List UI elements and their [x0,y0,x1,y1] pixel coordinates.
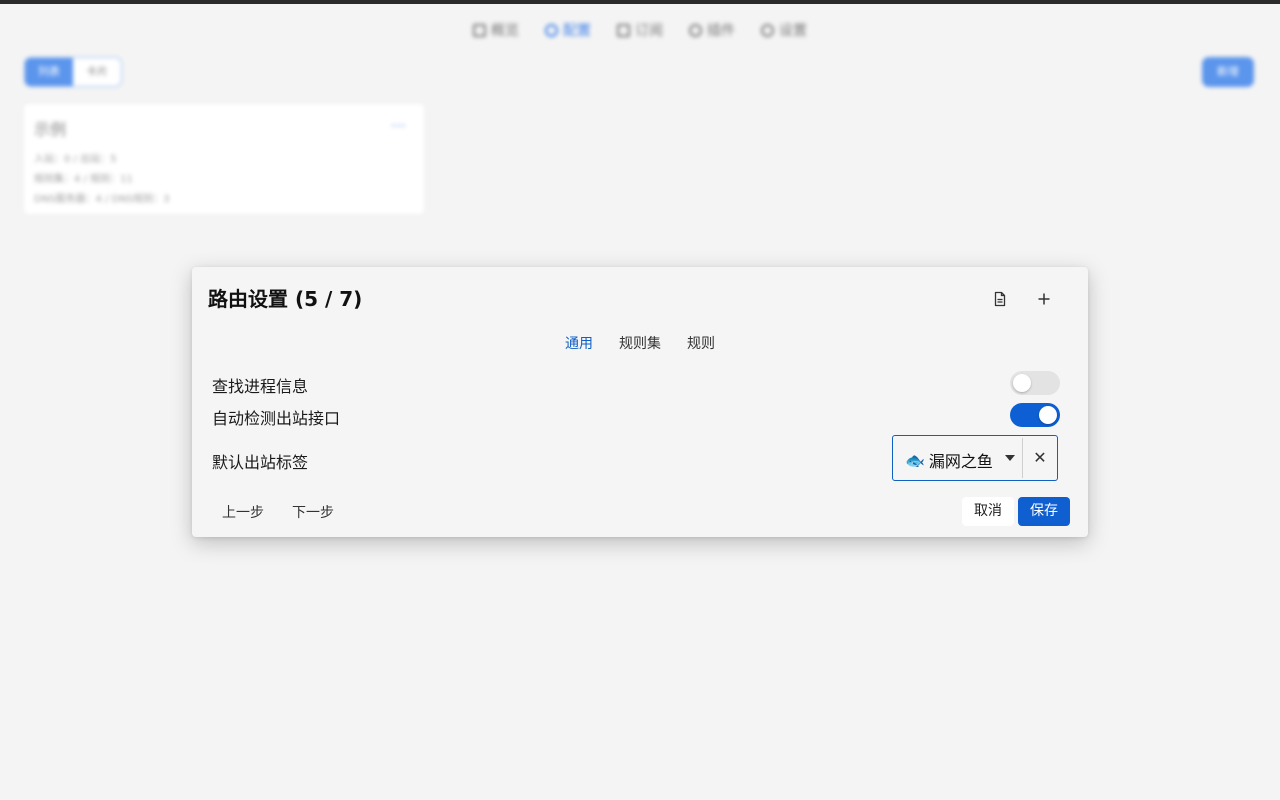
view-mode-card[interactable]: 卡片 [73,58,121,86]
nav-item-profiles[interactable]: 配置 [545,20,591,40]
top-nav: 概览 配置 订阅 插件 设置 [0,20,1280,40]
profile-card-line: 规则集：4 / 规则：11 [34,174,133,185]
profile-card-line: 入站：0 / 出站：5 [34,154,117,165]
fish-icon: 🐟 [905,450,925,470]
default-outbound-value: 🐟 漏网之鱼 [905,448,993,472]
routing-settings-dialog: 路由设置 (5 / 7) 通用 规则集 规则 查找进程信息 自动检测出站接口 默… [192,267,1088,537]
nav-item-settings[interactable]: 设置 [761,20,807,40]
nav-item-label: 订阅 [635,23,663,39]
profile-card[interactable]: 示例 ··· 入站：0 / 出站：5 规则集：4 / 规则：11 DNS服务器：… [24,104,424,214]
tab-rulesets[interactable]: 规则集 [619,333,661,353]
view-mode-list[interactable]: 列表 [25,58,73,86]
profile-card-line: DNS服务器：4 / DNS规则：3 [34,194,170,205]
next-step-button[interactable]: 下一步 [282,499,344,527]
toggle-knob [1039,406,1057,424]
default-outbound-select[interactable]: 🐟 漏网之鱼 ✕ [892,435,1058,481]
view-mode-toggle: 列表 卡片 [24,57,122,87]
list-icon [617,23,630,37]
find-process-label: 查找进程信息 [212,377,309,396]
nav-item-label: 配置 [563,23,591,39]
nav-item-subscriptions[interactable]: 订阅 [617,20,663,40]
plugin-icon [689,23,702,37]
auto-detect-interface-label: 自动检测出站接口 [212,409,341,428]
clear-icon[interactable]: ✕ [1023,436,1057,480]
settings-icon [761,23,774,37]
tab-rules[interactable]: 规则 [687,333,715,353]
document-icon[interactable] [988,287,1012,311]
network-icon [545,23,558,37]
grid-icon [473,23,486,37]
dialog-tabs: 通用 规则集 规则 [192,333,1088,353]
nav-item-label: 插件 [707,23,735,39]
dialog-title: 路由设置 (5 / 7) [208,287,363,311]
save-button[interactable]: 保存 [1018,497,1070,526]
auto-detect-interface-toggle[interactable] [1010,403,1060,427]
cancel-button[interactable]: 取消 [962,497,1014,526]
default-outbound-text: 漏网之鱼 [928,452,993,471]
plus-icon[interactable] [1032,287,1056,311]
chevron-down-icon[interactable] [1005,455,1015,461]
find-process-toggle[interactable] [1010,371,1060,395]
new-profile-button[interactable]: 新增 [1202,57,1254,87]
default-outbound-label: 默认出站标签 [212,453,309,472]
previous-step-button[interactable]: 上一步 [212,499,274,527]
toggle-knob [1013,374,1031,392]
more-icon[interactable]: ··· [391,116,406,135]
tab-general[interactable]: 通用 [565,333,593,353]
nav-item-label: 设置 [779,23,807,39]
profile-card-title: 示例 [34,120,67,139]
nav-item-label: 概览 [491,23,519,39]
nav-item-plugins[interactable]: 插件 [689,20,735,40]
nav-item-overview[interactable]: 概览 [473,20,519,40]
